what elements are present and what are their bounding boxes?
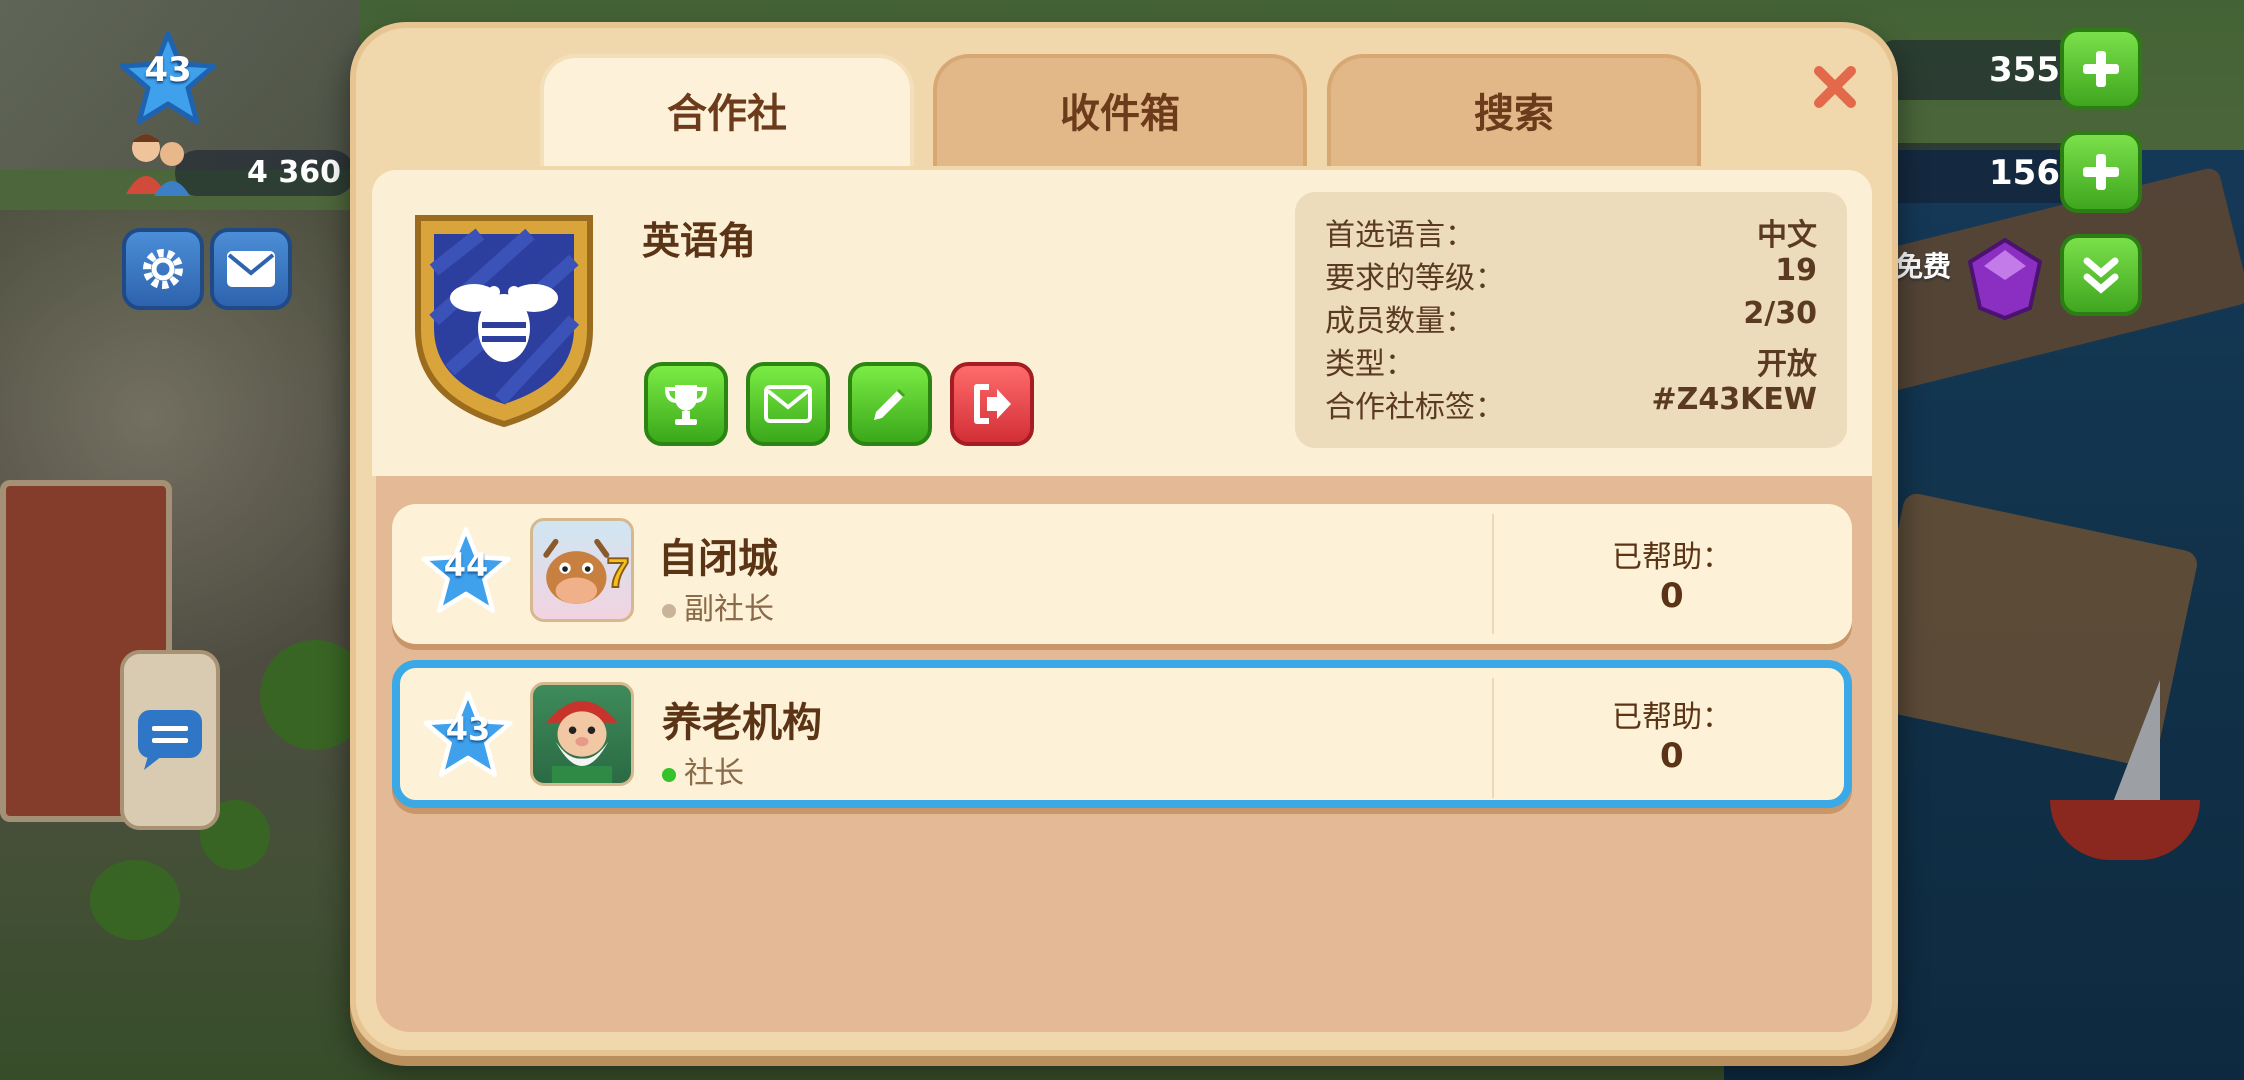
expand-hud-button[interactable] bbox=[2060, 234, 2142, 316]
member-level: 44 bbox=[443, 546, 489, 584]
envelope-icon bbox=[227, 251, 275, 287]
row-divider bbox=[1492, 514, 1494, 634]
member-avatar[interactable]: 7 bbox=[530, 518, 634, 622]
role-dot bbox=[662, 603, 676, 618]
svg-text:7: 7 bbox=[607, 549, 630, 596]
helped-value: 0 bbox=[1660, 736, 1684, 776]
row-divider bbox=[1492, 678, 1494, 798]
population-counter: 4 360 bbox=[175, 150, 355, 196]
elf-avatar-icon bbox=[546, 701, 618, 783]
member-role: 社长 bbox=[662, 748, 744, 792]
club-message-button[interactable] bbox=[746, 362, 830, 446]
member-row-selected[interactable]: 43 养老机构 社长 已帮助： 0 bbox=[392, 660, 1852, 808]
gear-icon bbox=[143, 249, 183, 289]
member-avatar[interactable] bbox=[530, 682, 634, 786]
tab-club[interactable]: 合作社 bbox=[540, 54, 914, 166]
mail-button[interactable] bbox=[210, 228, 292, 310]
detail-language: 首选语言： 中文 bbox=[1325, 218, 1817, 253]
club-name: 英语角 bbox=[642, 219, 757, 263]
close-button[interactable] bbox=[1810, 62, 1860, 112]
leave-icon bbox=[974, 384, 1011, 424]
detail-required-level: 要求的等级： 19 bbox=[1325, 253, 1817, 296]
detail-type: 类型： 开放 bbox=[1325, 347, 1817, 382]
helped-label: 已帮助： bbox=[1612, 540, 1732, 575]
player-level: 43 bbox=[144, 50, 192, 90]
detail-club-tag: 合作社标签： #Z43KEW bbox=[1325, 382, 1817, 425]
plus-icon bbox=[2083, 51, 2119, 87]
detail-member-count: 成员数量： 2/30 bbox=[1325, 296, 1817, 339]
helped-value: 0 bbox=[1660, 576, 1684, 616]
cow-avatar-icon: 7 bbox=[543, 538, 631, 604]
add-resource-2-button[interactable] bbox=[2060, 131, 2142, 213]
envelope-icon bbox=[764, 385, 812, 423]
double-chevron-down-icon bbox=[2083, 257, 2119, 294]
free-label[interactable]: 免费 bbox=[1895, 245, 1975, 285]
trophy-icon bbox=[664, 385, 708, 425]
club-leaderboard-button[interactable] bbox=[644, 362, 728, 446]
plus-icon bbox=[2083, 154, 2119, 190]
tab-inbox[interactable]: 收件箱 bbox=[933, 54, 1307, 166]
member-row[interactable]: 44 7 自闭城 副社长 已帮助： 0 bbox=[392, 504, 1852, 644]
role-dot bbox=[662, 767, 676, 782]
add-resource-1-button[interactable] bbox=[2060, 28, 2142, 110]
member-name: 养老机构 bbox=[662, 700, 822, 746]
population-icon bbox=[118, 128, 198, 200]
club-details: 首选语言： 中文 要求的等级： 19 成员数量： 2/30 类型： 开放 合作社标签： #… bbox=[1295, 192, 1847, 448]
chat-button[interactable] bbox=[120, 650, 220, 830]
close-icon bbox=[1814, 66, 1856, 108]
leave-club-button[interactable] bbox=[950, 362, 1034, 446]
club-badge-icon bbox=[410, 210, 598, 430]
member-name: 自闭城 bbox=[658, 536, 778, 582]
edit-club-button[interactable] bbox=[848, 362, 932, 446]
tab-search[interactable]: 搜索 bbox=[1327, 54, 1701, 166]
member-role: 副社长 bbox=[662, 584, 774, 628]
chat-icon bbox=[138, 710, 202, 770]
pencil-icon bbox=[874, 388, 906, 420]
gem-icon[interactable] bbox=[1967, 237, 2043, 321]
resource-1-counter: 355 bbox=[1880, 40, 2080, 100]
member-level: 43 bbox=[445, 710, 491, 748]
resource-2-counter: 156 bbox=[1880, 143, 2080, 203]
helped-label: 已帮助： bbox=[1612, 700, 1732, 735]
settings-button[interactable] bbox=[122, 228, 204, 310]
